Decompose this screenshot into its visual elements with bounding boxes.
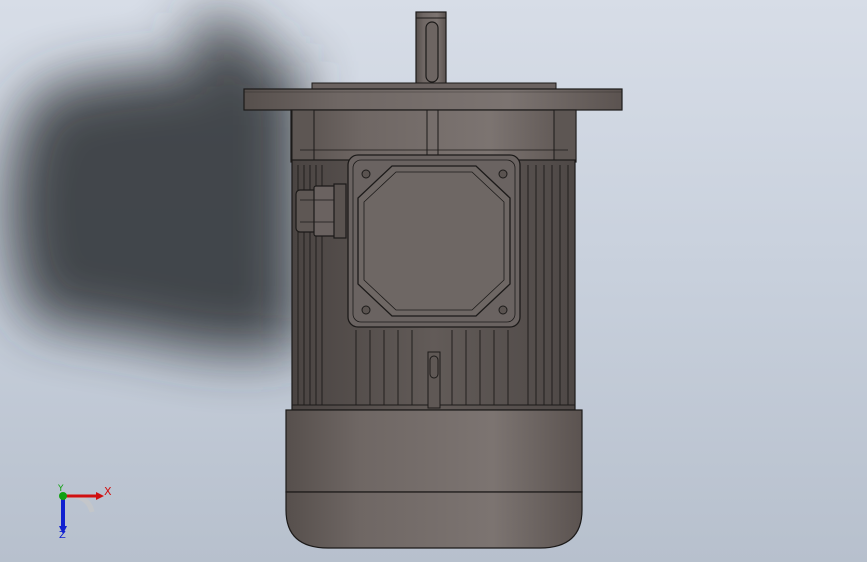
terminal-box[interactable] [347,154,521,328]
z-axis-label: Z [59,530,66,541]
motor-shaft[interactable] [415,11,447,85]
x-axis-label: X [104,485,112,498]
screw-icon [361,169,371,179]
cable-gland[interactable] [295,183,347,239]
screw-icon [361,305,371,315]
fan-cover[interactable] [285,409,583,549]
screw-icon [498,305,508,315]
screw-icon [498,169,508,179]
cad-viewport[interactable]: X Y Z [0,0,867,562]
mounting-flange[interactable] [243,82,623,111]
flange-neck [290,109,577,163]
ground-lug [427,351,441,409]
motor-model[interactable] [0,0,867,562]
y-axis-label: Y [58,484,64,494]
